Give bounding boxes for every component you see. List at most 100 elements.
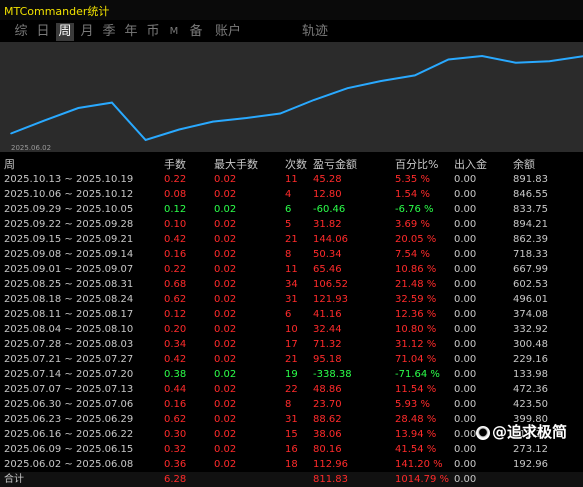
cell-lots: 0.68 (164, 279, 187, 290)
tab-track[interactable]: 轨迹 (301, 23, 329, 41)
total-row: 合计 6.28 811.83 1014.79 % 0.00 (0, 472, 583, 487)
cell-percent: 32.59 % (395, 294, 437, 305)
cell-count: 21 (285, 354, 298, 365)
cell-max-lots: 0.02 (214, 399, 237, 410)
header-lots: 手数 (164, 158, 186, 171)
cell-balance: 472.36 (513, 384, 548, 395)
cell-count: 5 (285, 219, 292, 230)
equity-point (111, 101, 113, 104)
cell-lots: 0.38 (164, 369, 187, 380)
tab-currency[interactable]: 币 (145, 23, 161, 41)
tab-account[interactable]: 账户 (214, 23, 242, 41)
header-max-lots: 最大手数 (214, 158, 258, 171)
cell-max-lots: 0.02 (214, 384, 237, 395)
cell-pnl: -60.46 (313, 204, 346, 215)
equity-point (245, 117, 248, 119)
cell-count: 11 (285, 264, 298, 275)
cell-week: 2025.09.15 ~ 2025.09.21 (4, 234, 134, 245)
cell-week: 2025.08.25 ~ 2025.08.31 (4, 279, 134, 290)
cell-max-lots: 0.02 (214, 249, 237, 260)
cell-pnl: 48.86 (313, 384, 342, 395)
equity-point (447, 58, 450, 61)
cell-max-lots: 0.02 (214, 279, 237, 290)
tab-overview[interactable]: 综 (13, 23, 29, 41)
cell-inout: 0.00 (454, 414, 477, 425)
cell-week: 2025.09.08 ~ 2025.09.14 (4, 249, 134, 260)
cell-percent: 28.48 % (395, 414, 437, 425)
cell-lots: 0.32 (164, 444, 187, 455)
table-row: 2025.07.14 ~ 2025.07.20 0.38 0.02 19 -338.38… (0, 367, 583, 382)
tab-day[interactable]: 日 (35, 23, 51, 41)
cell-pnl: -338.38 (313, 369, 352, 380)
cell-percent: 41.54 % (395, 444, 437, 455)
chart-start-date: 2025.06.02 (11, 144, 52, 152)
cell-percent: 13.94 % (395, 429, 437, 440)
equity-point (178, 128, 180, 131)
cell-lots: 0.30 (164, 429, 187, 440)
equity-point (380, 80, 382, 82)
cell-pnl: 32.44 (313, 324, 342, 335)
cell-lots: 0.20 (164, 324, 187, 335)
cell-lots: 0.22 (164, 264, 187, 275)
cell-pnl: 80.16 (313, 444, 342, 455)
table-row: 2025.06.30 ~ 2025.07.06 0.16 0.02 8 23.70 5.9… (0, 397, 583, 412)
cell-percent: 10.80 % (395, 324, 437, 335)
cell-week: 2025.07.07 ~ 2025.07.13 (4, 384, 134, 395)
total-percent: 1014.79 % (395, 474, 450, 485)
cell-pnl: 144.06 (313, 234, 348, 245)
cell-inout: 0.00 (454, 189, 477, 200)
tab-notes[interactable]: 备 (188, 23, 204, 41)
cell-week: 2025.06.16 ~ 2025.06.22 (4, 429, 134, 440)
cell-balance: 602.53 (513, 279, 548, 290)
cell-max-lots: 0.02 (214, 414, 237, 425)
cell-balance: 894.21 (513, 219, 548, 230)
cell-percent: 12.36 % (395, 309, 437, 320)
cell-lots: 0.42 (164, 354, 187, 365)
cell-pnl: 31.82 (313, 219, 342, 230)
tab-quarter[interactable]: 季 (101, 23, 117, 41)
cell-pnl: 12.80 (313, 189, 342, 200)
cell-max-lots: 0.02 (214, 309, 237, 320)
table-row: 2025.09.08 ~ 2025.09.14 0.16 0.02 8 50.34 7.5… (0, 247, 583, 262)
cell-max-lots: 0.02 (214, 219, 237, 230)
cell-inout: 0.00 (454, 204, 477, 215)
cell-max-lots: 0.02 (214, 369, 237, 380)
cell-pnl: 65.46 (313, 264, 342, 275)
cell-inout: 0.00 (454, 399, 477, 410)
cell-week: 2025.07.21 ~ 2025.07.27 (4, 354, 134, 365)
table-row: 2025.10.06 ~ 2025.10.12 0.08 0.02 4 12.80 1.5… (0, 187, 583, 202)
equity-point (313, 99, 315, 101)
cell-count: 6 (285, 204, 292, 215)
cell-balance: 667.99 (513, 264, 548, 275)
cell-count: 22 (285, 384, 298, 395)
cell-percent: 1.54 % (395, 189, 430, 200)
cell-lots: 0.62 (164, 414, 187, 425)
cell-inout: 0.00 (454, 429, 477, 440)
cell-pnl: 88.62 (313, 414, 342, 425)
cell-max-lots: 0.02 (214, 354, 237, 365)
cell-lots: 0.62 (164, 294, 187, 305)
cell-balance: 300.48 (513, 339, 548, 350)
cell-count: 6 (285, 309, 292, 320)
tab-month[interactable]: 月 (79, 23, 95, 41)
cell-max-lots: 0.02 (214, 174, 237, 185)
equity-point (346, 87, 349, 89)
cell-week: 2025.09.01 ~ 2025.09.07 (4, 264, 134, 275)
cell-count: 11 (285, 174, 298, 185)
cell-max-lots: 0.02 (214, 339, 237, 350)
cell-count: 31 (285, 414, 298, 425)
cell-balance: 332.92 (513, 324, 548, 335)
watermark: ● @追求极简 (476, 421, 567, 442)
equity-line-chart (10, 54, 583, 142)
table-row: 2025.08.25 ~ 2025.08.31 0.68 0.02 34 106.52 2… (0, 277, 583, 292)
cell-pnl: 95.18 (313, 354, 342, 365)
tab-week[interactable]: 周 (56, 23, 74, 41)
equity-point (144, 139, 147, 141)
cell-percent: 10.86 % (395, 264, 437, 275)
watermark-text: @追求极简 (492, 423, 568, 441)
cell-week: 2025.10.13 ~ 2025.10.19 (4, 174, 134, 185)
cell-count: 8 (285, 249, 292, 260)
cell-inout: 0.00 (454, 174, 477, 185)
tab-m[interactable]: M (168, 23, 180, 41)
tab-year[interactable]: 年 (123, 23, 139, 41)
